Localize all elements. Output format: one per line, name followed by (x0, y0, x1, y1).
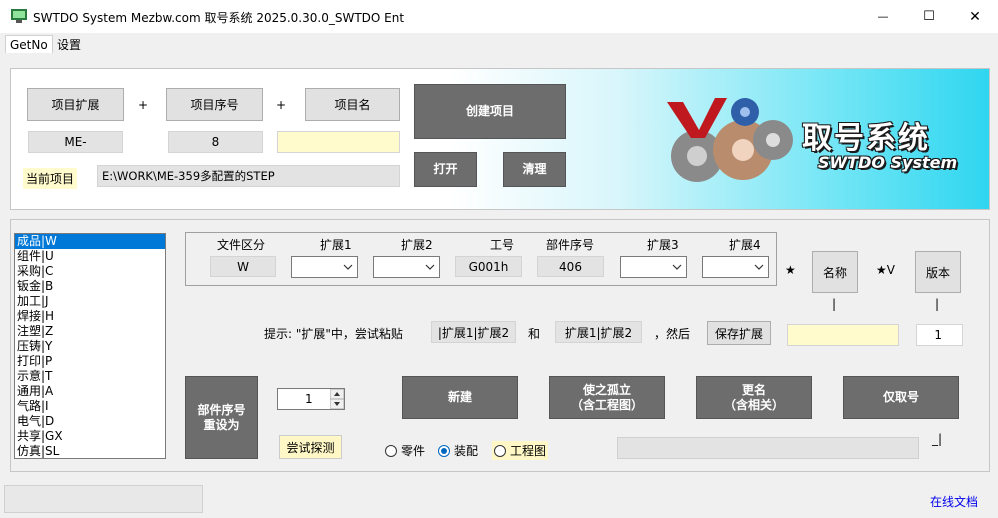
list-item[interactable]: 气路|I (15, 399, 165, 414)
list-item[interactable]: 打印|P (15, 354, 165, 369)
list-item[interactable]: 示意|T (15, 369, 165, 384)
ext2-label: 扩展2 (401, 238, 433, 252)
list-item[interactable]: 组件|U (15, 249, 165, 264)
paste-sample-1[interactable]: |扩展1|扩展2 (431, 321, 516, 343)
seq-spinner-value: 1 (305, 392, 313, 406)
progress-bar (617, 437, 919, 459)
star-v-marker: ★V (876, 263, 895, 277)
online-doc-link[interactable]: 在线文档 (930, 493, 978, 510)
list-item[interactable]: 仿真|SL (15, 444, 165, 458)
radio-assembly-label: 装配 (454, 444, 479, 458)
list-item[interactable]: 通用|A (15, 384, 165, 399)
corner-mark: _| (932, 432, 943, 446)
job-no-label: 工号 (490, 238, 515, 252)
reset-seq-button[interactable]: 部件序号 重设为 (185, 376, 258, 459)
ext1-label: 扩展1 (320, 238, 352, 252)
list-item[interactable]: 注塑|Z (15, 324, 165, 339)
isolate-button[interactable]: 使之孤立 （含工程图） (549, 376, 665, 419)
save-ext-button[interactable]: 保存扩展 (707, 321, 771, 345)
minimize-icon: — (877, 10, 889, 23)
list-item[interactable]: 压铸|Y (15, 339, 165, 354)
save-ext-field[interactable] (787, 324, 899, 346)
maximize-icon: ☐ (923, 9, 935, 24)
project-name-button[interactable]: 项目名 (305, 88, 400, 121)
get-number-button[interactable]: 仅取号 (843, 376, 959, 419)
new-button[interactable]: 新建 (402, 376, 518, 419)
gears-logo-icon (667, 98, 793, 182)
maximize-button[interactable]: ☐ (906, 0, 952, 33)
project-ext-field[interactable]: ME- (28, 131, 123, 153)
app-icon (11, 9, 27, 23)
ext4-label: 扩展4 (729, 238, 761, 252)
window-title: SWTDO System Mezbw.com 取号系统 2025.0.30.0_… (33, 11, 405, 25)
project-seq-field[interactable]: 8 (168, 131, 263, 153)
category-list[interactable]: 成品|W 组件|U 采购|C 钣金|B 加工|J 焊接|H 注塑|Z 压铸|Y 打印|P 示意|T… (14, 233, 166, 459)
radio-drawing-label: 工程图 (510, 444, 547, 458)
ext3-combo[interactable] (620, 256, 687, 278)
hint-and: 和 (528, 327, 541, 341)
list-item[interactable]: 钣金|B (15, 279, 165, 294)
radio-assembly-circle (438, 444, 450, 457)
list-item[interactable]: 共享|GX (15, 429, 165, 444)
ext2-combo[interactable] (373, 256, 440, 278)
hint-then: ，然后 (654, 327, 691, 341)
plus-sign: + (138, 98, 149, 112)
star-marker: ★ (785, 263, 796, 277)
close-icon: ✕ (969, 8, 981, 25)
chevron-down-icon (425, 264, 435, 270)
radio-part-circle (385, 444, 397, 457)
list-item[interactable]: 成品|W (15, 234, 165, 249)
ext3-label: 扩展3 (647, 238, 679, 252)
rename-button[interactable]: 更名 （含相关） (696, 376, 812, 419)
try-probe-button[interactable]: 尝试探测 (279, 435, 342, 459)
clear-button[interactable]: 清理 (503, 152, 566, 187)
project-name-field[interactable] (277, 131, 400, 153)
open-button[interactable]: 打开 (414, 152, 477, 187)
chevron-down-icon (754, 264, 764, 270)
radio-part[interactable]: 零件 (385, 442, 425, 459)
close-button[interactable]: ✕ (952, 0, 998, 33)
version-button[interactable]: 版本 (915, 251, 961, 293)
chevron-down-icon (672, 264, 682, 270)
spinner-arrows-icon[interactable] (330, 389, 344, 409)
tab-settings[interactable]: 设置 (53, 36, 85, 54)
separator-mark: | (832, 297, 837, 311)
hint-text: 提示: "扩展"中，尝试粘贴 (264, 327, 403, 341)
logo-subtitle: SWTDO System (818, 153, 958, 172)
job-no-field: G001h (455, 256, 522, 277)
current-project-path: E:\WORK\ME-359多配置的STEP (97, 165, 400, 187)
project-ext-button[interactable]: 项目扩展 (27, 88, 124, 121)
ext1-combo[interactable] (291, 256, 358, 278)
project-seq-button[interactable]: 项目序号 (166, 88, 263, 121)
separator-mark: | (935, 297, 940, 311)
paste-sample-2[interactable]: 扩展1|扩展2 (555, 321, 642, 343)
list-item[interactable]: 电气|D (15, 414, 165, 429)
list-item[interactable]: 加工|J (15, 294, 165, 309)
radio-drawing-circle (494, 444, 506, 457)
list-item[interactable]: 焊接|H (15, 309, 165, 324)
plus-sign: + (276, 98, 287, 112)
menu-bar (0, 33, 998, 56)
file-type-label: 文件区分 (217, 238, 266, 252)
radio-part-label: 零件 (401, 444, 426, 458)
tab-getno[interactable]: GetNo (5, 35, 53, 53)
logo-title: 取号系统 (802, 121, 930, 156)
chevron-down-icon (343, 264, 353, 270)
part-seq-label: 部件序号 (546, 238, 595, 252)
radio-assembly[interactable]: 装配 (438, 442, 478, 459)
radio-drawing[interactable]: 工程图 (492, 441, 549, 460)
status-field (4, 485, 203, 513)
part-seq-field: 406 (537, 256, 604, 277)
file-type-field: W (210, 256, 276, 277)
list-item[interactable]: 采购|C (15, 264, 165, 279)
ext4-combo[interactable] (702, 256, 769, 278)
count-field[interactable]: 1 (916, 324, 963, 346)
minimize-button[interactable]: — (860, 0, 906, 33)
name-button[interactable]: 名称 (812, 251, 858, 293)
current-project-label: 当前项目 (23, 168, 78, 189)
create-project-button[interactable]: 创建项目 (414, 84, 566, 139)
